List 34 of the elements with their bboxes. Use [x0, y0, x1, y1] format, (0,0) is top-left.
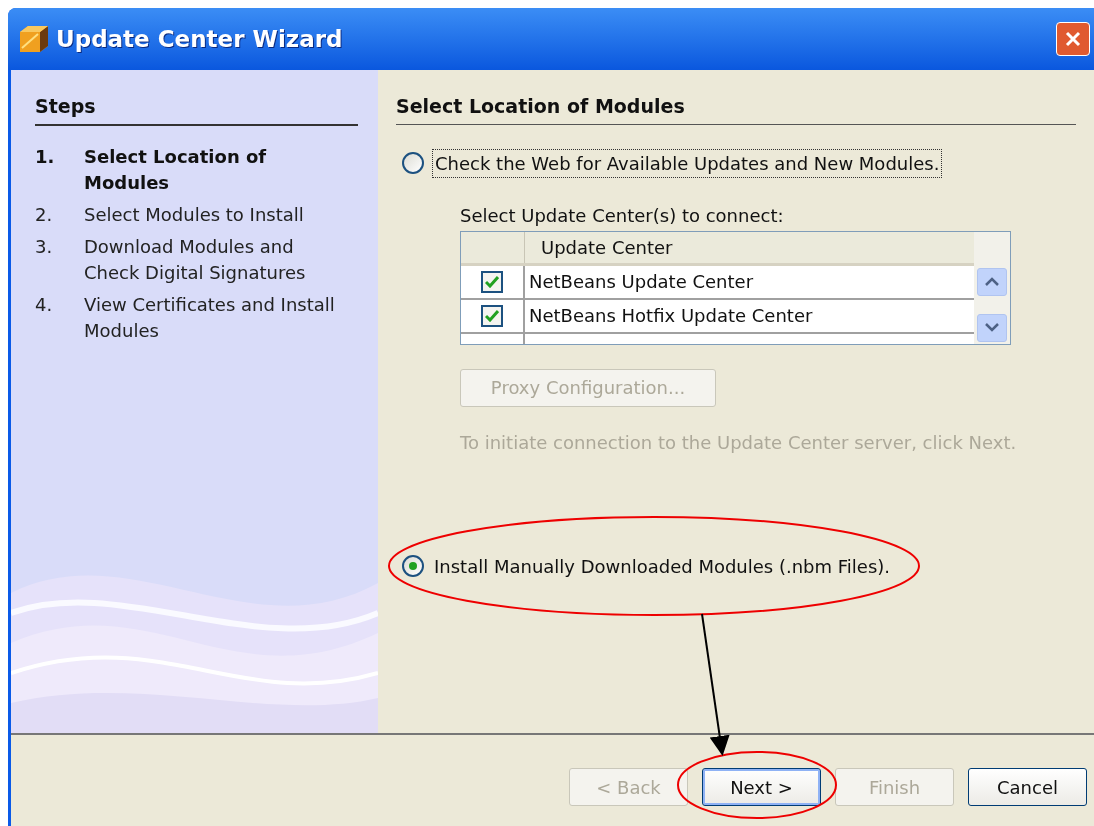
- checkbox[interactable]: [481, 270, 503, 293]
- checkmark-icon: [485, 275, 499, 288]
- close-button[interactable]: [1056, 22, 1090, 56]
- window-title: Update Center Wizard: [56, 24, 343, 54]
- wizard-button[interactable]: Cancel: [968, 768, 1087, 806]
- table-cell-text: NetBeans Update Center: [528, 270, 755, 294]
- scroll-up-button[interactable]: [977, 267, 1007, 296]
- step-label: Select Location of Modules: [84, 144, 268, 195]
- radio-label[interactable]: Install Manually Downloaded Modules (.nbm Files).: [432, 552, 892, 580]
- step-number: 3.: [35, 234, 54, 259]
- checkbox[interactable]: [481, 304, 503, 327]
- table-cell-text: NetBeans Hotfix Update Center: [528, 304, 814, 328]
- checkmark-icon: [485, 309, 499, 322]
- wizard-button[interactable]: Next >: [702, 768, 821, 806]
- panel-heading: Select Location of Modules: [396, 92, 1076, 125]
- step-number: 1.: [35, 144, 56, 169]
- step-label: Download Modules and Check Digital Signatures: [84, 234, 307, 285]
- step-number: 2.: [35, 202, 54, 227]
- steps-heading: Steps: [35, 92, 358, 126]
- step-label: View Certificates and Install Modules: [84, 292, 336, 343]
- caret-down-icon: [985, 323, 999, 332]
- hint-text: To initiate connection to the Update Center server, click Next.: [460, 430, 1018, 455]
- close-icon: [1064, 30, 1082, 48]
- box-icon: [18, 24, 50, 54]
- scrollbar[interactable]: [974, 231, 1010, 344]
- table-label: Select Update Center(s) to connect:: [460, 203, 785, 228]
- radio-button[interactable]: [402, 152, 424, 174]
- column-header[interactable]: Update Center: [525, 231, 974, 263]
- radio-button[interactable]: [402, 555, 424, 577]
- step-number: 4.: [35, 292, 54, 317]
- scroll-down-button[interactable]: [977, 313, 1007, 342]
- radio-label[interactable]: Check the Web for Available Updates and New Modules.: [432, 148, 943, 178]
- caret-up-icon: [985, 277, 999, 286]
- step-label: Select Modules to Install: [84, 202, 305, 227]
